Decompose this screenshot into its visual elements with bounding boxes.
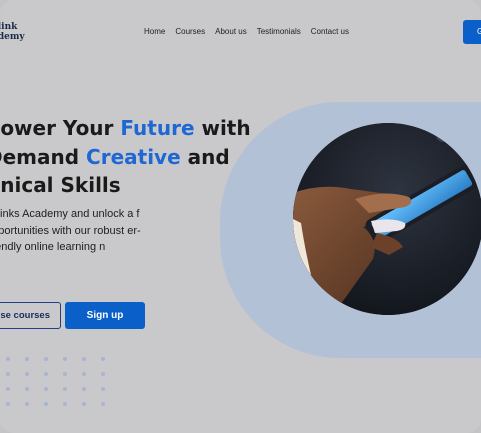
logo-line-2: ademy xyxy=(0,32,25,42)
sign-up-button[interactable]: Sign up xyxy=(65,302,145,329)
nav-contact-us[interactable]: Contact us xyxy=(311,27,349,36)
headline-line-1-end: with xyxy=(194,116,251,140)
logo-line-1: elink xyxy=(0,22,18,32)
hero-headline: power Your Future with Demand Creative a… xyxy=(0,114,256,200)
hero-image xyxy=(293,123,481,315)
main-nav: Home Courses About us Testimonials Conta… xyxy=(144,27,349,36)
browse-courses-button[interactable]: se courses xyxy=(0,302,61,329)
hero-subtext: selinks Academy and unlock a f opportuni… xyxy=(0,208,141,253)
nav-about-us[interactable]: About us xyxy=(215,27,247,36)
header-cta-button[interactable]: G xyxy=(463,20,481,44)
nav-home[interactable]: Home xyxy=(144,27,165,36)
nav-courses[interactable]: Courses xyxy=(175,27,205,36)
headline-line-3: nnical Skills xyxy=(0,173,121,197)
nav-testimonials[interactable]: Testimonials xyxy=(257,27,301,36)
headline-line-2-end: and xyxy=(180,144,230,169)
landing-page: elink ademy Home Courses About us Testim… xyxy=(0,0,481,433)
headline-line-2-start: Demand xyxy=(0,144,80,169)
hand-holding-phone-illustration xyxy=(293,123,481,315)
headline-highlight-future: Future xyxy=(120,116,195,140)
decorative-dot-grid xyxy=(6,357,120,417)
headline-highlight-creative: Creative xyxy=(86,144,181,169)
brand-logo[interactable]: elink ademy xyxy=(0,22,25,42)
headline-line-1-start: power Your xyxy=(0,116,114,140)
